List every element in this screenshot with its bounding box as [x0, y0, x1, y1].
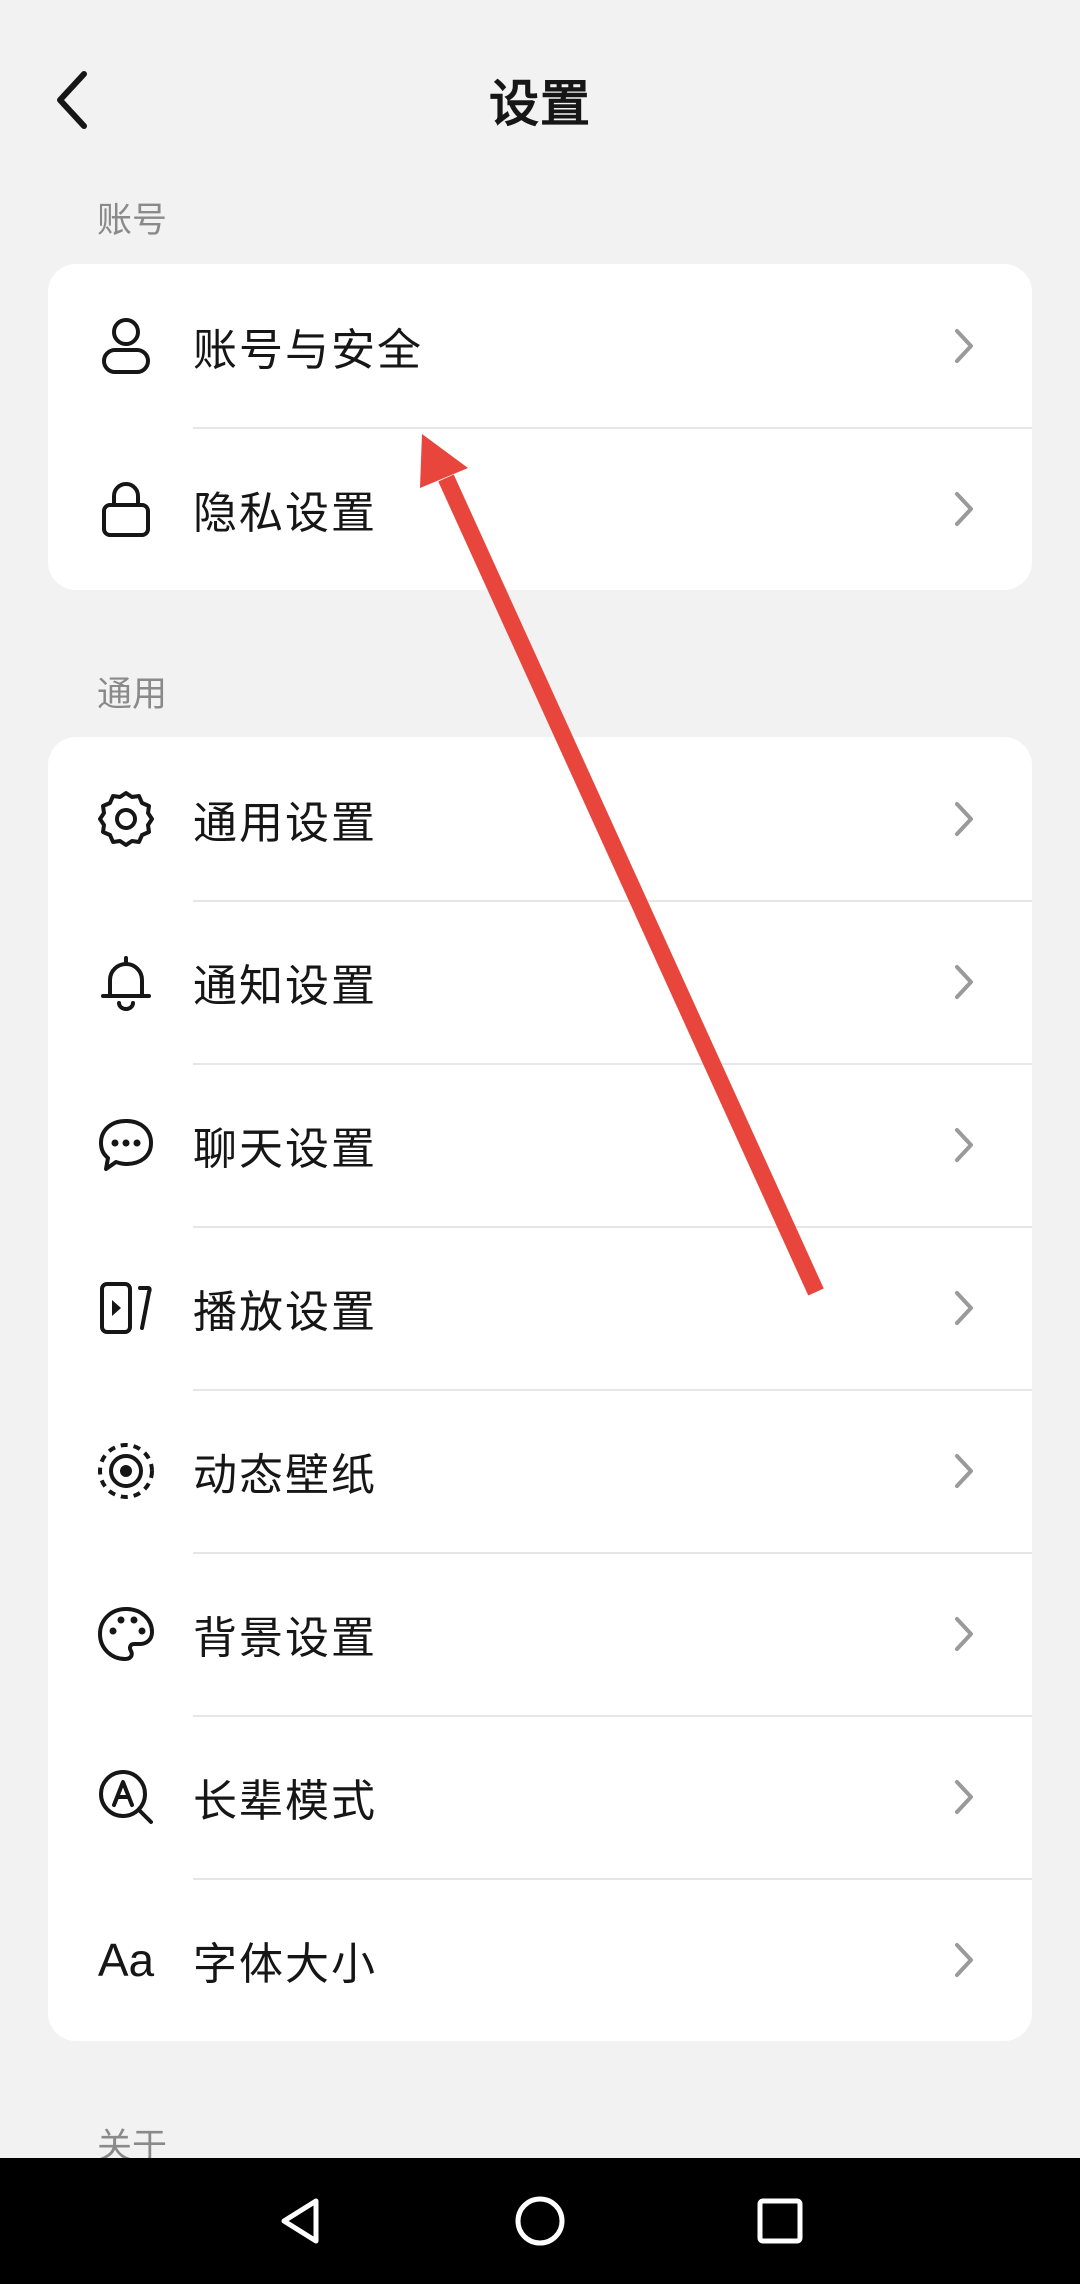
- row-label: 账号与安全: [193, 324, 423, 376]
- header: 设置: [0, 0, 1080, 200]
- settings-screen: 设置 账号 账号与安全 隐私设置 通用 通用设置 通知设置 聊天设置 播放设置 …: [0, 0, 1080, 2158]
- row-label: 长辈模式: [193, 1775, 377, 1827]
- play-screen-icon: [94, 1276, 158, 1340]
- chevron-right-icon: [944, 1288, 984, 1328]
- user-icon: [94, 314, 158, 378]
- row-label: 字体大小: [193, 1938, 377, 1990]
- row-font-size[interactable]: Aa 字体大小: [48, 1878, 1032, 2041]
- row-label: 隐私设置: [193, 487, 377, 539]
- row-label: 动态壁纸: [193, 1449, 377, 1501]
- dynamic-wallpaper-icon: [94, 1439, 158, 1503]
- section-label-general: 通用: [97, 675, 168, 715]
- row-label: 通用设置: [193, 797, 377, 849]
- row-notification-settings[interactable]: 通知设置: [48, 900, 1032, 1063]
- gear-icon: [94, 787, 158, 851]
- home-circle-icon[interactable]: [505, 2186, 575, 2256]
- back-triangle-icon[interactable]: [265, 2186, 335, 2256]
- chevron-right-icon: [944, 1940, 984, 1980]
- chevron-right-icon: [944, 1777, 984, 1817]
- bell-icon: [94, 950, 158, 1014]
- row-playback-settings[interactable]: 播放设置: [48, 1226, 1032, 1389]
- font-size-icon-text: Aa: [97, 1933, 155, 1986]
- row-background-settings[interactable]: 背景设置: [48, 1552, 1032, 1715]
- chevron-right-icon: [944, 962, 984, 1002]
- system-nav-bar: [0, 2158, 1080, 2284]
- font-size-icon: Aa: [94, 1928, 158, 1992]
- lock-icon: [94, 477, 158, 541]
- row-general-settings[interactable]: 通用设置: [48, 737, 1032, 900]
- section-label-about: 关于: [97, 2127, 168, 2158]
- palette-icon: [94, 1602, 158, 1666]
- row-dynamic-wallpaper[interactable]: 动态壁纸: [48, 1389, 1032, 1552]
- row-account-security[interactable]: 账号与安全: [48, 264, 1032, 427]
- chevron-right-icon: [944, 799, 984, 839]
- row-label: 播放设置: [193, 1286, 377, 1338]
- section-label-account: 账号: [97, 201, 168, 241]
- chevron-right-icon: [944, 1125, 984, 1165]
- row-chat-settings[interactable]: 聊天设置: [48, 1063, 1032, 1226]
- account-card: 账号与安全 隐私设置: [48, 264, 1032, 590]
- chevron-right-icon: [944, 489, 984, 529]
- chevron-right-icon: [944, 326, 984, 366]
- chevron-right-icon: [944, 1614, 984, 1654]
- row-label: 背景设置: [193, 1612, 377, 1664]
- row-label: 通知设置: [193, 960, 377, 1012]
- row-label: 聊天设置: [193, 1123, 377, 1175]
- chat-bubble-icon: [94, 1113, 158, 1177]
- general-card: 通用设置 通知设置 聊天设置 播放设置 动态壁纸 背景设置 长辈模式 Aa 字体…: [48, 737, 1032, 2041]
- chevron-right-icon: [944, 1451, 984, 1491]
- recents-square-icon[interactable]: [745, 2186, 815, 2256]
- row-privacy[interactable]: 隐私设置: [48, 427, 1032, 590]
- row-elder-mode[interactable]: 长辈模式: [48, 1715, 1032, 1878]
- page-title: 设置: [489, 75, 591, 133]
- elder-mode-icon: [94, 1765, 158, 1829]
